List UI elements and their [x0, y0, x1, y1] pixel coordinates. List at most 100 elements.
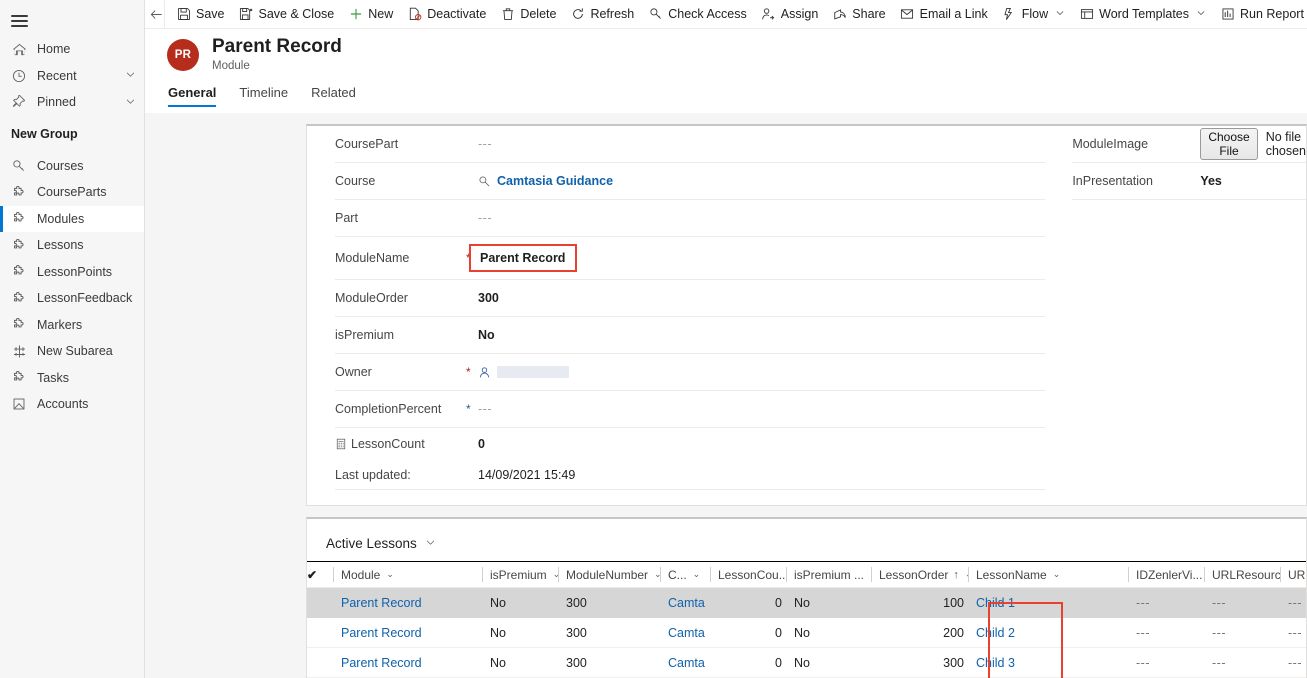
- cell-ispremium-2: No: [786, 587, 871, 618]
- field-lessoncount[interactable]: LessonCount 0: [335, 428, 1045, 460]
- file-input-group[interactable]: Choose File No file chosen: [1200, 128, 1306, 160]
- field-label: Part: [335, 211, 358, 225]
- cell-module[interactable]: Parent Record: [333, 647, 482, 678]
- tab-related[interactable]: Related: [311, 83, 356, 107]
- row-checkbox[interactable]: [307, 647, 333, 678]
- save-button[interactable]: Save: [169, 0, 232, 28]
- flow-button[interactable]: Flow: [995, 0, 1072, 28]
- sidebar-item-courseparts[interactable]: CourseParts: [0, 179, 144, 206]
- column-header-urlresource[interactable]: URLResource⌄: [1204, 561, 1280, 588]
- column-header-modulenumber[interactable]: ModuleNumber⌄: [558, 561, 660, 588]
- sidebar-item-new-subarea[interactable]: New Subarea: [0, 338, 144, 365]
- field-value-owner[interactable]: [478, 366, 569, 379]
- word-templates-button[interactable]: Word Templates: [1072, 0, 1213, 28]
- avatar: PR: [167, 38, 199, 71]
- chevron-down-icon[interactable]: [425, 537, 436, 550]
- new-button[interactable]: New: [341, 0, 400, 28]
- assign-button[interactable]: Assign: [754, 0, 826, 28]
- sidebar-item-courses[interactable]: Courses: [0, 153, 144, 180]
- field-owner[interactable]: Owner *: [335, 354, 1046, 391]
- row-checkbox[interactable]: [307, 587, 333, 618]
- cell-lessonname[interactable]: Child 3: [968, 647, 1128, 678]
- active-lessons-subgrid: Active Lessons ✔ Module ⌄ isPremium Modu…: [306, 517, 1307, 678]
- column-header-ispremium-2[interactable]: isPremium ...⌄: [786, 561, 871, 588]
- cell-lessoncount: 0: [710, 587, 786, 618]
- column-header-lessonname[interactable]: LessonName ⌄: [968, 561, 1128, 588]
- refresh-button[interactable]: Refresh: [563, 0, 641, 28]
- sidebar-item-modules[interactable]: Modules: [0, 205, 144, 232]
- field-part[interactable]: Part ---: [335, 200, 1046, 237]
- sidebar-item-lessons[interactable]: Lessons: [0, 232, 144, 259]
- column-header-lessonorder[interactable]: LessonOrder↑⌄: [871, 561, 968, 588]
- select-all-checkmark-icon[interactable]: ✔: [307, 561, 333, 588]
- field-coursepart[interactable]: CoursePart ---: [335, 126, 1046, 163]
- sidebar-item-recent[interactable]: Recent: [0, 63, 144, 90]
- subgrid-header[interactable]: Active Lessons: [307, 519, 1306, 561]
- cell-idzenlervi: ---: [1128, 617, 1204, 648]
- table-row[interactable]: Parent Record No 300 Camta 0 No 300 Chil…: [307, 647, 1306, 678]
- field-value-lookup[interactable]: Camtasia Guidance: [478, 174, 613, 188]
- run-report-button[interactable]: Run Report: [1213, 0, 1307, 28]
- owner-redacted-value: [497, 366, 569, 378]
- sidebar-item-lessonpoints[interactable]: LessonPoints: [0, 259, 144, 286]
- chevron-down-icon[interactable]: [1055, 8, 1065, 20]
- tab-timeline[interactable]: Timeline: [239, 83, 288, 107]
- deactivate-button[interactable]: Deactivate: [400, 0, 493, 28]
- main-content: Save Save & Close New Deactivate Delete …: [145, 0, 1307, 678]
- site-map-toggle-button[interactable]: [0, 6, 145, 36]
- chevron-down-icon[interactable]: [125, 96, 136, 109]
- sidebar-item-accounts[interactable]: Accounts: [0, 391, 144, 418]
- row-checkbox[interactable]: [307, 617, 333, 648]
- column-header-urlzenler[interactable]: URLZenler...⌄: [1280, 561, 1306, 588]
- cell-lessonname[interactable]: Child 2: [968, 617, 1128, 648]
- save-close-icon: [239, 7, 254, 22]
- table-row[interactable]: Parent Record No 300 Camta 0 No 100 Chil…: [307, 587, 1306, 618]
- column-label: ModuleNumber: [566, 567, 649, 582]
- field-modulename[interactable]: ModuleName * Parent Record: [335, 237, 1046, 280]
- form-canvas: CoursePart --- Course Camtasia Guidance: [145, 113, 1307, 678]
- field-inpresentation[interactable]: InPresentation Yes: [1072, 163, 1306, 200]
- sort-ascending-icon: ↑: [953, 568, 959, 581]
- cell-module[interactable]: Parent Record: [333, 587, 482, 618]
- delete-button[interactable]: Delete: [493, 0, 563, 28]
- email-a-link-button[interactable]: Email a Link: [893, 0, 995, 28]
- check-access-button[interactable]: Check Access: [641, 0, 754, 28]
- sidebar-item-markers[interactable]: Markers: [0, 312, 144, 339]
- sidebar-item-home[interactable]: Home: [0, 36, 144, 63]
- cell-lessonname[interactable]: Child 1: [968, 587, 1128, 618]
- save-and-close-button[interactable]: Save & Close: [232, 0, 342, 28]
- tab-general[interactable]: General: [168, 83, 217, 107]
- choose-file-button[interactable]: Choose File: [1200, 128, 1258, 160]
- field-last-updated: Last updated: 14/09/2021 15:49: [335, 460, 1046, 490]
- share-button[interactable]: Share: [825, 0, 892, 28]
- column-header-ispremium[interactable]: isPremium⌄: [482, 561, 558, 588]
- field-moduleorder[interactable]: ModuleOrder 300: [335, 280, 1046, 317]
- back-arrow-icon[interactable]: [149, 0, 165, 28]
- sidebar-item-lessonfeedback[interactable]: LessonFeedback: [0, 285, 144, 312]
- sidebar-item-tasks[interactable]: Tasks: [0, 365, 144, 392]
- column-header-idzenlervi[interactable]: IDZenlerVi...⌄: [1128, 561, 1204, 588]
- run-report-label: Run Report: [1240, 7, 1304, 21]
- chevron-down-icon[interactable]: ⌄: [693, 569, 701, 580]
- form-column-left: CoursePart --- Course Camtasia Guidance: [307, 126, 1058, 505]
- field-ispremium[interactable]: isPremium No: [335, 317, 1046, 354]
- field-course[interactable]: Course Camtasia Guidance: [335, 163, 1046, 200]
- chevron-down-icon[interactable]: [1196, 8, 1206, 20]
- chevron-down-icon[interactable]: ⌄: [386, 569, 394, 580]
- field-completionpercent[interactable]: CompletionPercent * ---: [335, 391, 1046, 428]
- cell-course[interactable]: Camta: [660, 587, 710, 618]
- column-header-lessoncount[interactable]: LessonCou...⌄: [710, 561, 786, 588]
- column-header-c[interactable]: C... ⌄: [660, 561, 710, 588]
- cell-ispremium: No: [482, 617, 558, 648]
- column-header-module[interactable]: Module ⌄: [333, 561, 482, 588]
- cell-module[interactable]: Parent Record: [333, 617, 482, 648]
- sidebar-item-pinned[interactable]: Pinned: [0, 89, 144, 116]
- cell-course[interactable]: Camta: [660, 617, 710, 648]
- chevron-down-icon[interactable]: ⌄: [1053, 569, 1061, 580]
- field-moduleimage[interactable]: ModuleImage Choose File No file chosen: [1072, 126, 1306, 163]
- table-row[interactable]: Parent Record No 300 Camta 0 No 200 Chil…: [307, 617, 1306, 648]
- chevron-down-icon[interactable]: [125, 69, 136, 82]
- sidebar-item-label: Pinned: [37, 95, 76, 110]
- cell-course[interactable]: Camta: [660, 647, 710, 678]
- flow-label: Flow: [1021, 7, 1049, 21]
